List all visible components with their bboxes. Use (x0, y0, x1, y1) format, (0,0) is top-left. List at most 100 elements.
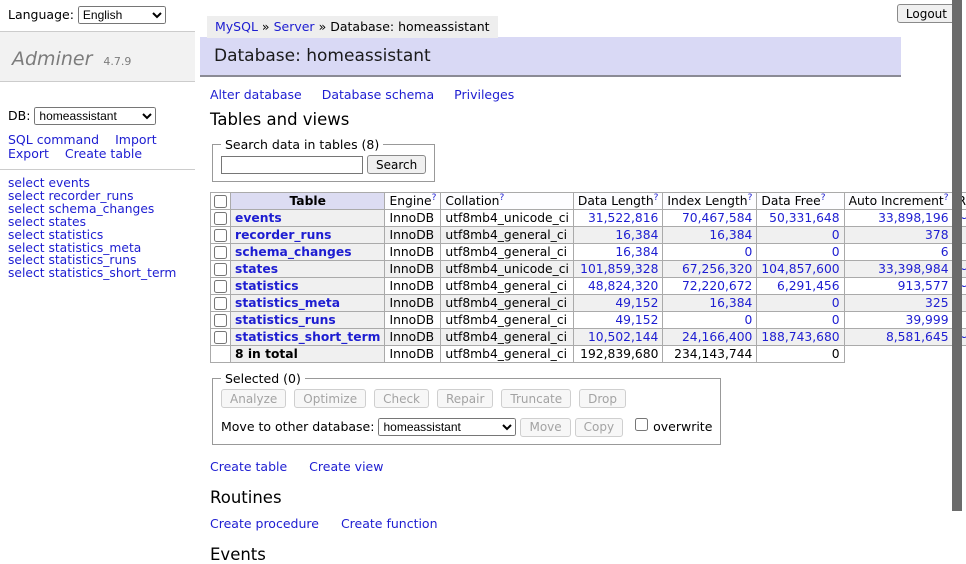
move-button[interactable]: Move (520, 418, 570, 437)
row-checkbox[interactable] (214, 246, 227, 259)
analyze-button[interactable]: Analyze (221, 389, 286, 408)
row-checkbox[interactable] (214, 331, 227, 344)
create-view-link[interactable]: Create view (309, 459, 383, 474)
overwrite-checkbox[interactable] (635, 418, 648, 431)
table-name-link[interactable]: states (235, 262, 278, 276)
row-checkbox[interactable] (214, 314, 227, 327)
table-name-cell: statistics_short_term (231, 329, 385, 346)
db-select[interactable]: homeassistant (34, 107, 156, 125)
cell-auto-increment: 6 (844, 244, 953, 261)
language-select[interactable]: English (78, 6, 166, 24)
cell-collation: utf8mb4_general_ci (441, 312, 574, 329)
table-name-link[interactable]: schema_changes (235, 245, 352, 259)
total-collation: utf8mb4_general_ci (441, 346, 574, 363)
breadcrumb-server-link[interactable]: Server (274, 19, 315, 34)
cell-engine: InnoDB (385, 329, 441, 346)
row-select-cell (211, 312, 231, 329)
help-icon[interactable]: ? (748, 193, 753, 203)
breadcrumb-mysql-link[interactable]: MySQL (215, 19, 258, 34)
sidebar: Language:English Adminer 4.7.9 DB:homeas… (0, 0, 195, 543)
table-name-link[interactable]: statistics_meta (235, 296, 340, 310)
help-icon[interactable]: ? (432, 193, 437, 203)
help-icon[interactable]: ? (821, 193, 826, 203)
sidebar-select-link[interactable]: select states (8, 215, 86, 229)
help-icon[interactable]: ? (944, 193, 949, 203)
database-schema-link[interactable]: Database schema (322, 87, 434, 102)
brand-version: 4.7.9 (103, 55, 131, 68)
table-header-row: Table Engine? Collation? Data Length? In… (211, 193, 966, 210)
row-select-cell (211, 244, 231, 261)
create-function-link[interactable]: Create function (341, 516, 438, 531)
move-database-select[interactable]: homeassistant (378, 418, 516, 436)
help-icon[interactable]: ? (499, 193, 504, 203)
row-checkbox[interactable] (214, 280, 227, 293)
check-button[interactable]: Check (374, 389, 429, 408)
cell-data-free: 188,743,680 (757, 329, 844, 346)
privileges-link[interactable]: Privileges (454, 87, 514, 102)
sidebar-select-link[interactable]: select recorder_runs (8, 189, 134, 203)
table-name-link[interactable]: events (235, 211, 282, 225)
export-link[interactable]: Export (8, 146, 49, 161)
sidebar-select-link[interactable]: select schema_changes (8, 202, 154, 216)
search-input[interactable] (221, 156, 363, 174)
cell-engine: InnoDB (385, 244, 441, 261)
sidebar-select-link[interactable]: select statistics_meta (8, 241, 141, 255)
row-select-cell (211, 227, 231, 244)
import-link[interactable]: Import (115, 132, 157, 147)
row-checkbox[interactable] (214, 297, 227, 310)
adminer-logo: Adminer 4.7.9 (0, 31, 195, 82)
drop-button[interactable]: Drop (579, 389, 626, 408)
column-header-index-length: Index Length? (663, 193, 757, 210)
sql-command-link[interactable]: SQL command (8, 132, 99, 147)
optimize-button[interactable]: Optimize (294, 389, 366, 408)
row-checkbox[interactable] (214, 229, 227, 242)
cell-auto-increment: 378 (844, 227, 953, 244)
table-row: statistics_metaInnoDButf8mb4_general_ci4… (211, 295, 966, 312)
search-legend: Search data in tables (8) (221, 137, 383, 152)
copy-button[interactable]: Copy (575, 418, 623, 437)
create-procedure-link[interactable]: Create procedure (210, 516, 319, 531)
cell-index-length: 24,166,400 (663, 329, 757, 346)
logout-button[interactable]: Logout (897, 4, 956, 23)
alter-database-link[interactable]: Alter database (210, 87, 302, 102)
sidebar-select-link[interactable]: select statistics_runs (8, 253, 136, 267)
table-name-link[interactable]: recorder_runs (235, 228, 331, 242)
sidebar-select-link[interactable]: select statistics (8, 228, 103, 242)
create-table-link[interactable]: Create table (210, 459, 287, 474)
column-header-engine: Engine? (385, 193, 441, 210)
sidebar-commands: SQL command Import Export Create table (8, 133, 195, 160)
help-icon[interactable]: ? (654, 193, 659, 203)
table-name-link[interactable]: statistics (235, 279, 299, 293)
table-name-cell: statistics_meta (231, 295, 385, 312)
sidebar-divider (0, 169, 195, 170)
events-heading: Events (210, 545, 966, 564)
total-index-length: 234,143,744 (663, 346, 757, 363)
row-select-cell (211, 261, 231, 278)
cell-auto-increment: 325 (844, 295, 953, 312)
language-row: Language:English (0, 0, 195, 24)
cell-collation: utf8mb4_unicode_ci (441, 261, 574, 278)
table-row: recorder_runsInnoDButf8mb4_general_ci16,… (211, 227, 966, 244)
routines-heading: Routines (210, 488, 966, 507)
cell-collation: utf8mb4_general_ci (441, 329, 574, 346)
breadcrumb-separator: » (262, 19, 270, 34)
row-checkbox[interactable] (214, 263, 227, 276)
vertical-scrollbar-thumb[interactable] (952, 0, 962, 511)
selected-legend: Selected (0) (221, 371, 305, 386)
column-header-auto-increment: Auto Increment? (844, 193, 953, 210)
row-checkbox[interactable] (214, 212, 227, 225)
table-name-link[interactable]: statistics_runs (235, 313, 336, 327)
select-all-cell (211, 193, 231, 210)
cell-engine: InnoDB (385, 312, 441, 329)
cell-data-length: 16,384 (573, 227, 662, 244)
create-table-link-sidebar[interactable]: Create table (65, 146, 142, 161)
page-title: Database: homeassistant (200, 37, 901, 77)
cell-collation: utf8mb4_general_ci (441, 227, 574, 244)
sidebar-select-link[interactable]: select events (8, 176, 90, 190)
repair-button[interactable]: Repair (437, 389, 493, 408)
sidebar-select-link[interactable]: select statistics_short_term (8, 266, 176, 280)
search-button[interactable]: Search (367, 155, 426, 174)
truncate-button[interactable]: Truncate (501, 389, 571, 408)
select-all-checkbox[interactable] (214, 195, 227, 208)
table-name-link[interactable]: statistics_short_term (235, 330, 380, 344)
